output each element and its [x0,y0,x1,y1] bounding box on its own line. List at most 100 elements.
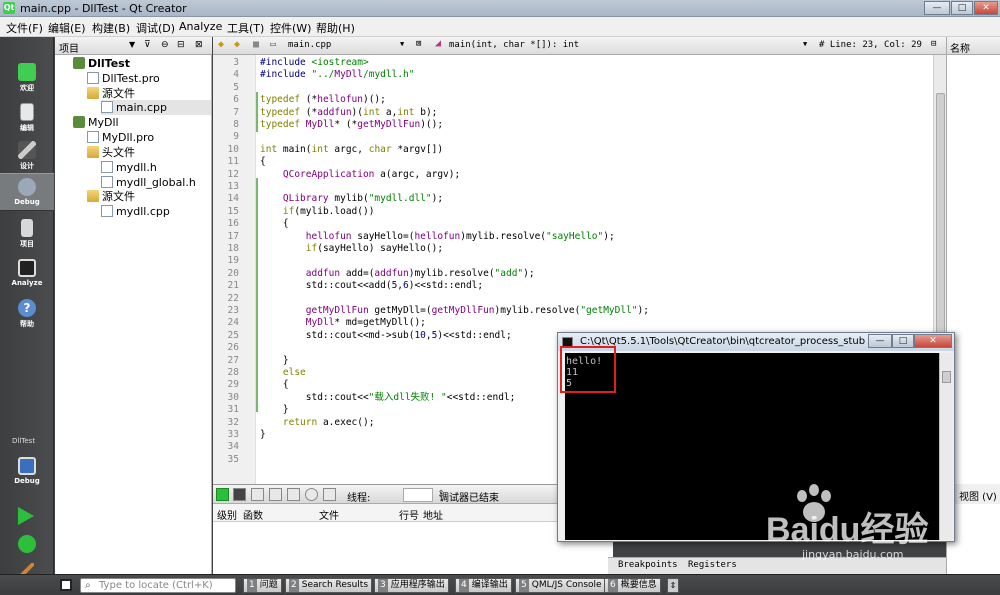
menu-file[interactable]: 文件(F) [6,20,43,36]
kit-selector[interactable]: Debug [0,453,54,491]
close-file-icon[interactable]: ⊠ [416,39,421,49]
close-button[interactable]: ✕ [974,1,998,15]
close-pane-icon[interactable]: ⊠ [195,40,203,50]
run-button[interactable] [18,507,34,525]
tab-registers[interactable]: Registers [688,560,737,570]
restart-icon[interactable] [305,488,318,501]
scrollbar-thumb[interactable] [936,93,945,343]
function-dropdown-icon[interactable]: ▼ [803,40,807,48]
console-output[interactable]: hello! 11 5 [565,353,941,540]
console-close-button[interactable]: ✕ [914,334,952,348]
stack-view[interactable] [213,522,613,574]
menu-tools[interactable]: 工具(T) [227,20,264,36]
thread-label: 线程: [347,493,371,504]
output-tab-issues[interactable]: 1 问题 [243,578,282,593]
tab-number: 2 [289,579,299,592]
mode-label: 欢迎 [20,84,34,92]
line-number: 12 [227,168,239,180]
open-file-name[interactable]: main.cpp [288,40,331,50]
column-file[interactable]: 文件 [319,507,339,522]
minimize-button[interactable]: — [924,1,950,15]
mode-help[interactable]: ? 帮助 [0,295,54,333]
tree-item-project[interactable]: DllTest [73,56,130,71]
output-tab-general-messages[interactable]: 6 概要信息 [604,578,661,593]
continue-icon[interactable] [216,488,229,501]
step-out-icon[interactable] [287,488,300,501]
link-icon[interactable]: ⊖ [161,40,169,50]
line-number: 29 [227,379,239,391]
computer-icon [18,457,36,475]
maximize-button[interactable]: □ [951,1,973,15]
output-tab-qml-console[interactable]: 5 QML/JS Console [515,578,606,593]
tree-item-file[interactable]: MyDll.pro [87,130,154,145]
reverse-icon[interactable] [323,488,336,501]
output-tab-compile-output[interactable]: 4 编译输出 [455,578,512,593]
tree-item-file[interactable]: mydll.cpp [101,204,170,219]
menu-debug[interactable]: 调试(D) [136,20,175,36]
toggle-sidebar-icon[interactable] [60,579,72,591]
forward-arrow-icon[interactable]: ◆ [234,39,240,50]
output-tab-application-output[interactable]: 3 应用程序输出 [374,578,449,593]
function-selector[interactable]: main(int, char *[]): int [449,40,579,50]
menu-analyze[interactable]: Analyze [179,20,222,33]
console-maximize-button[interactable]: □ [892,334,914,348]
console-minimize-button[interactable]: — [868,334,892,348]
tree-item-label: mydll_global.h [116,176,196,189]
tree-item-file[interactable]: mydll.h [101,160,157,175]
code-line: typedef (*addfun)(int a,int b); [260,106,438,118]
kit-label: Debug [14,477,40,485]
code-line: { [260,379,289,391]
tree-item-label: MyDll [88,116,119,129]
line-number: 19 [227,255,239,267]
mode-welcome[interactable]: 欢迎 [0,59,54,97]
code-line: typedef MyDll* (*getMyDllFun)(); [260,119,444,130]
tab-number: 3 [378,579,388,592]
tab-breakpoints[interactable]: Breakpoints [618,560,678,570]
tree-item-label: main.cpp [116,101,167,114]
code-line: #include <iostream> [260,57,369,68]
tree-item-label: 源文件 [102,190,135,203]
line-number: 25 [227,329,239,341]
tree-item-file-selected[interactable]: main.cpp [101,100,211,115]
stop-icon[interactable] [233,488,246,501]
column-function[interactable]: 函数 [243,507,263,522]
mode-design[interactable]: 设计 [0,137,54,175]
column-line[interactable]: 行号 [399,507,419,522]
locator-input[interactable]: ⌕ Type to locate (Ctrl+K) [80,578,236,593]
tree-item-folder[interactable]: 头文件 [87,145,135,160]
tab-label: 编译输出 [471,580,508,590]
view-chevron-down-icon[interactable]: ▼ [129,40,135,49]
tree-item-file[interactable]: mydll_global.h [101,175,196,190]
file-dropdown-icon[interactable]: ▼ [400,40,404,48]
console-scrollbar[interactable] [939,353,953,540]
mode-debug[interactable]: Debug [0,173,54,211]
line-number: 3 [233,57,239,68]
tree-item-folder[interactable]: 源文件 [87,189,135,204]
more-tabs-icon[interactable]: ⇕ [667,578,679,593]
menu-window[interactable]: 控件(W) [270,20,311,36]
output-tab-search-results[interactable]: 2 Search Results [285,578,373,593]
outline-pane-header: 名称 [947,37,1000,55]
menu-edit[interactable]: 编辑(E) [48,20,86,36]
column-address[interactable]: 地址 [423,507,443,522]
column-level[interactable]: 级别 [217,507,237,522]
tree-item-file[interactable]: DllTest.pro [87,71,160,86]
split-icon[interactable]: ⊟ [177,40,185,50]
tree-item-folder[interactable]: 源文件 [87,86,135,101]
split-editor-icon[interactable]: ⊟ [931,39,936,49]
back-arrow-icon[interactable]: ◆ [218,39,224,50]
mode-edit[interactable]: 编辑 [0,99,54,137]
thread-selector[interactable] [403,488,433,502]
console-scrollbar-thumb[interactable] [942,371,951,383]
code-line: QLibrary mylib("mydll.dll"); [282,193,444,205]
debug-run-button[interactable] [18,535,36,553]
mode-projects[interactable]: 项目 [0,215,54,253]
menu-help[interactable]: 帮助(H) [316,20,355,36]
editor-toolbar: ◆ ◆ ■ ▭ main.cpp ▼ ⊠ ◢ main(int, char *[… [213,37,946,55]
tree-item-project[interactable]: MyDll [73,115,119,130]
filter-icon[interactable]: ⊽ [144,40,151,50]
step-into-icon[interactable] [269,488,282,501]
step-over-icon[interactable] [251,488,264,501]
mode-analyze[interactable]: Analyze [0,255,54,293]
menu-build[interactable]: 构建(B) [92,20,130,36]
